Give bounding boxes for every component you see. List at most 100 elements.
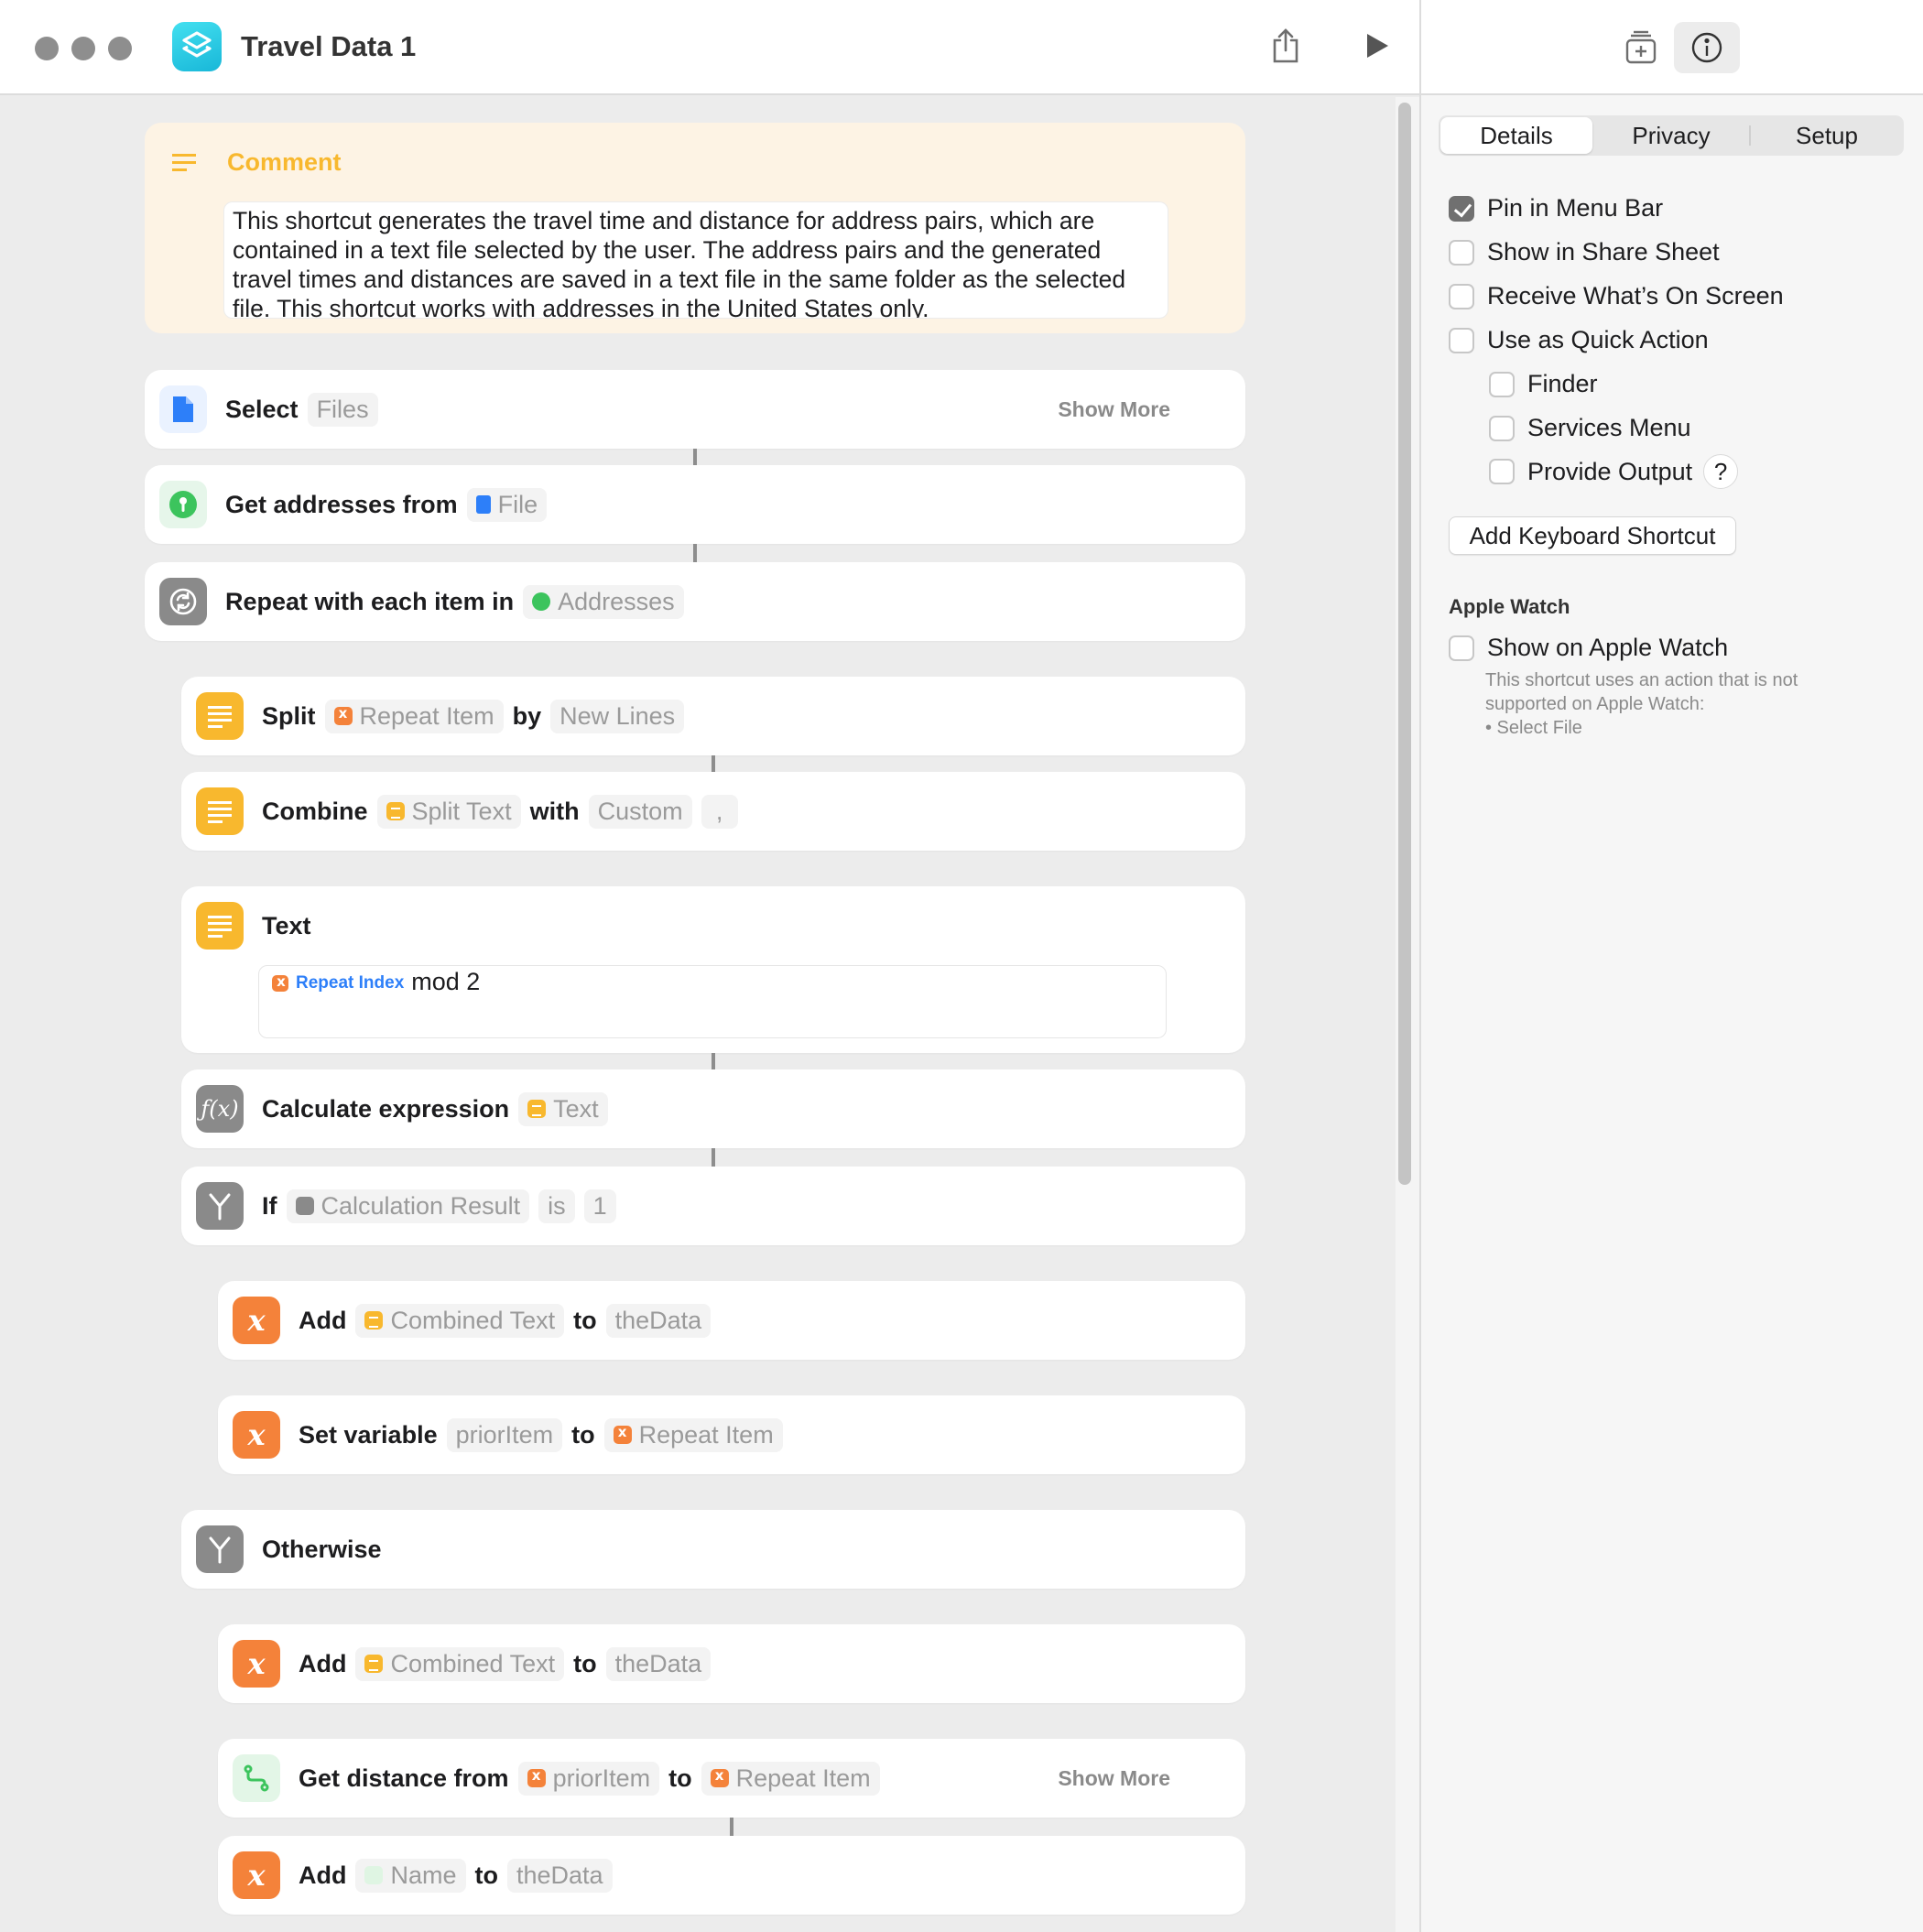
variable-name-field[interactable]: priorItem [446,1417,563,1452]
param-label: is [548,1191,566,1220]
connector [693,544,697,562]
text-field[interactable]: Repeat Index mod 2 [258,965,1167,1038]
option-label: Receive What’s On Screen [1487,282,1784,309]
calculation-result-token[interactable]: Calculation Result [286,1189,530,1223]
if-action[interactable]: If Calculation Result is 1 [181,1167,1245,1245]
prior-item-token[interactable]: priorItem [517,1761,660,1796]
condition-value[interactable]: 1 [583,1189,616,1223]
addresses-variable-token[interactable]: Addresses [523,584,684,619]
variable-name-field[interactable]: theData [605,1646,712,1681]
variable-icon: x [233,1297,280,1344]
connector [730,1818,733,1836]
get-addresses-action[interactable]: Get addresses from File [145,465,1245,544]
separator-param[interactable]: New Lines [550,699,685,733]
checkbox[interactable] [1489,415,1515,441]
combine-text-action[interactable]: Combine Split Text with Custom , [181,772,1245,851]
repeat-item-token[interactable]: Repeat Item [324,699,504,733]
route-icon [364,1866,384,1884]
split-text-action[interactable]: Split Repeat Item by New Lines [181,677,1245,755]
param-label: Combined Text [390,1306,556,1334]
repeat-index-token[interactable]: Repeat Index [272,973,404,993]
shortcut-icon[interactable] [172,22,222,71]
file-variable-token[interactable]: File [466,487,548,522]
zoom-window-button[interactable] [108,37,132,60]
set-variable-action[interactable]: x Set variable priorItem to Repeat Item [218,1395,1245,1474]
tab-details[interactable]: Details [1440,117,1592,154]
repeat-action[interactable]: Repeat with each item in Addresses [145,562,1245,641]
checkbox[interactable] [1449,327,1474,353]
route-icon [233,1754,280,1802]
location-pin-icon [159,481,207,528]
checkbox-checked[interactable] [1449,195,1474,222]
tab-privacy[interactable]: Privacy [1594,115,1748,156]
to-label: to [668,1764,692,1792]
repeat-item-token[interactable]: Repeat Item [603,1417,783,1452]
use-as-quick-action-option[interactable]: Use as Quick Action [1449,326,1709,354]
param-label: theData [614,1649,702,1677]
branch-icon [196,1525,244,1573]
close-window-button[interactable] [35,37,59,60]
text-icon [386,802,405,820]
receive-whats-on-screen-option[interactable]: Receive What’s On Screen [1449,282,1784,310]
info-icon[interactable] [1674,22,1740,73]
variable-name-field[interactable]: theData [507,1858,613,1893]
action-library-icon[interactable] [1619,26,1663,70]
combined-text-token[interactable]: Combined Text [355,1646,565,1681]
get-distance-action[interactable]: Get distance from priorItem to Repeat It… [218,1739,1245,1818]
calculate-expression-action[interactable]: ƒ(x) Calculate expression Text [181,1069,1245,1148]
select-files-action[interactable]: Select Files Show More [145,370,1245,449]
add-keyboard-shortcut-button[interactable]: Add Keyboard Shortcut [1449,516,1736,555]
text-action[interactable]: Text Repeat Index mod 2 [181,886,1245,1053]
param-label: Calculation Result [320,1191,521,1220]
condition-operator[interactable]: is [538,1189,575,1223]
repeat-item-token[interactable]: Repeat Item [701,1761,880,1796]
share-icon[interactable] [1264,24,1308,68]
otherwise-action[interactable]: Otherwise [181,1510,1245,1589]
comment-text[interactable]: This shortcut generates the travel time … [223,201,1168,319]
action-verb: Text [262,911,311,939]
provide-output-option[interactable]: Provide Output ? [1489,454,1739,489]
separator-param[interactable]: Custom [588,794,692,829]
checkbox[interactable] [1489,371,1515,397]
comment-action[interactable]: Comment This shortcut generates the trav… [145,123,1245,333]
show-on-apple-watch-option[interactable]: Show on Apple Watch [1449,634,1728,662]
option-label: Provide Output [1527,457,1693,485]
checkbox[interactable] [1449,239,1474,266]
files-param[interactable]: Files [307,392,378,427]
name-token[interactable]: Name [355,1858,466,1893]
split-text-token[interactable]: Split Text [376,794,521,829]
text-variable-token[interactable]: Text [518,1091,608,1126]
services-menu-option[interactable]: Services Menu [1489,414,1691,442]
function-icon [295,1197,314,1215]
repeat-icon [159,578,207,625]
finder-option[interactable]: Finder [1489,370,1598,398]
checkbox[interactable] [1489,459,1515,484]
add-to-variable-action[interactable]: x Add Name to theData [218,1836,1245,1915]
option-label: Use as Quick Action [1487,326,1709,353]
add-to-variable-action[interactable]: x Add Combined Text to theData [218,1281,1245,1360]
apple-watch-heading: Apple Watch [1449,595,1570,618]
custom-separator-field[interactable]: , [701,794,738,829]
combined-text-token[interactable]: Combined Text [355,1303,565,1338]
param-label: theData [516,1861,603,1889]
action-verb: Split [262,701,316,730]
add-to-variable-action[interactable]: x Add Combined Text to theData [218,1624,1245,1703]
checkbox[interactable] [1449,635,1474,661]
tab-setup[interactable]: Setup [1750,115,1904,156]
show-in-share-sheet-option[interactable]: Show in Share Sheet [1449,238,1720,266]
show-more-button[interactable]: Show More [1058,370,1170,449]
help-button[interactable]: ? [1703,454,1739,489]
show-more-button[interactable]: Show More [1058,1739,1170,1818]
play-icon[interactable] [1355,24,1399,68]
minimize-window-button[interactable] [71,37,95,60]
pin-in-menu-bar-option[interactable]: Pin in Menu Bar [1449,194,1663,223]
option-label: Show on Apple Watch [1487,634,1729,661]
variable-name-field[interactable]: theData [605,1303,712,1338]
to-label: to [474,1861,498,1889]
to-label: to [573,1306,597,1334]
option-label: Show in Share Sheet [1487,238,1720,266]
scrollbar-thumb[interactable] [1398,103,1411,1185]
by-label: by [512,701,542,730]
checkbox[interactable] [1449,283,1474,309]
action-verb: Add [299,1306,347,1334]
